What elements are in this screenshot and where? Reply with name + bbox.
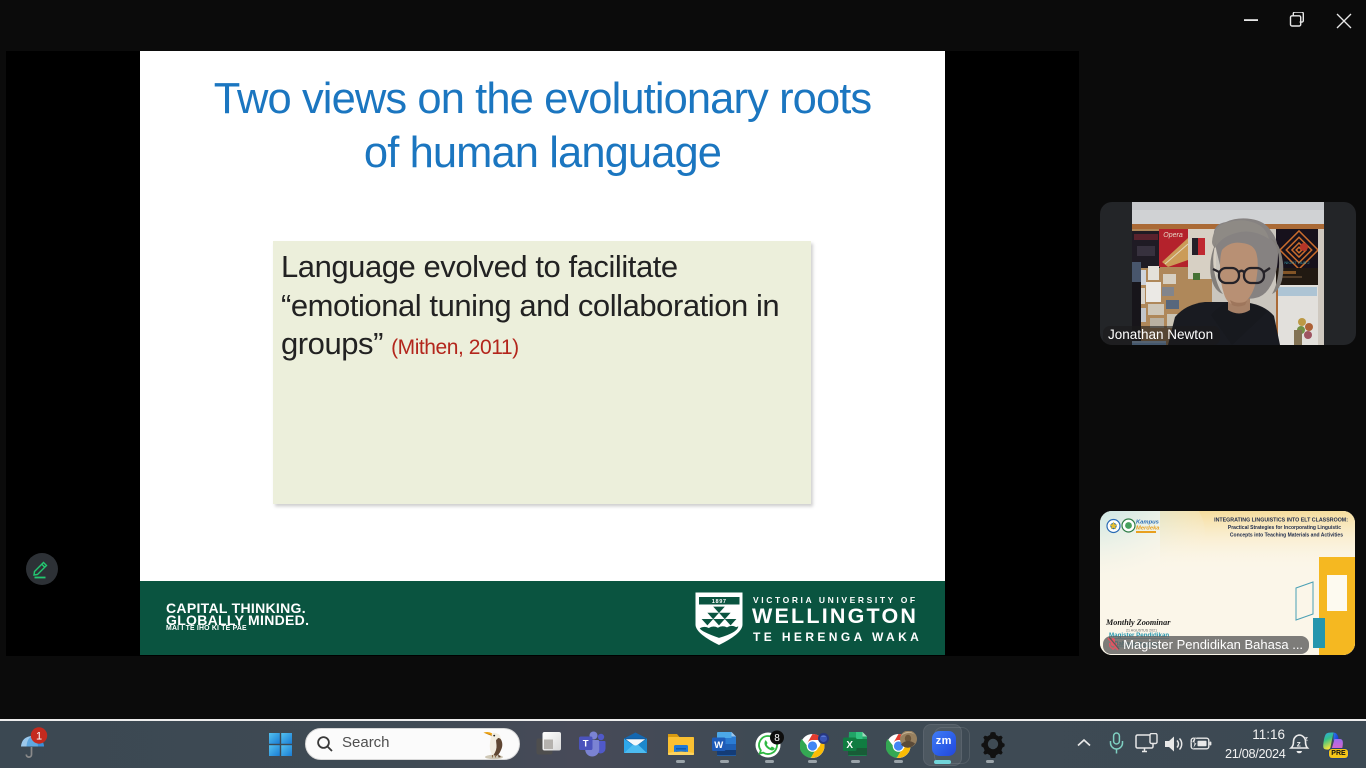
svg-text:Merdeka: Merdeka <box>1136 526 1160 532</box>
svg-text:X: X <box>846 740 853 751</box>
svg-text:1897: 1897 <box>712 599 727 605</box>
svg-text:Monthly Zoominar: Monthly Zoominar <box>1105 618 1171 627</box>
svg-text:INTEGRATING LINGUISTICS INTO E: INTEGRATING LINGUISTICS INTO ELT CLASSRO… <box>1214 518 1348 524</box>
svg-text:W: W <box>714 740 723 751</box>
svg-text:z: z <box>1305 736 1309 743</box>
svg-text:z: z <box>1297 739 1301 749</box>
svg-text:Concepts into Teaching Materia: Concepts into Teaching Materials and Act… <box>1230 533 1343 539</box>
svg-text:1: 1 <box>36 730 42 742</box>
svg-text:8: 8 <box>774 733 780 744</box>
svg-text:T: T <box>583 739 589 750</box>
svg-text:Practical Strategies for Incor: Practical Strategies for Incorporating L… <box>1228 525 1341 531</box>
